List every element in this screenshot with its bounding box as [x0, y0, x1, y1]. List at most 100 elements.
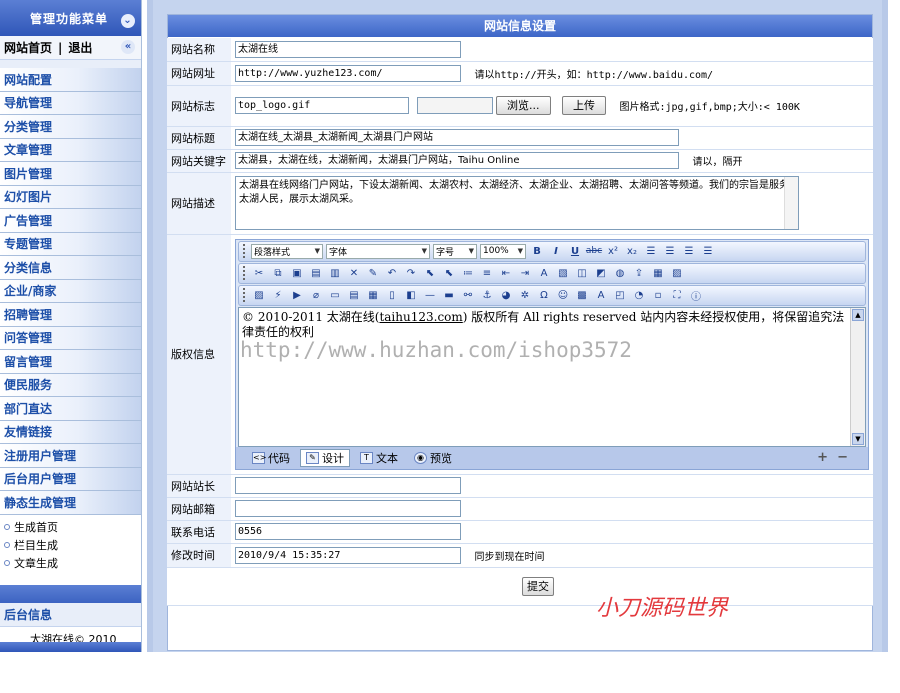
upload-button[interactable]: 上传: [562, 96, 606, 115]
table-icon[interactable]: ▦: [365, 288, 381, 303]
symbol-icon[interactable]: ◰: [612, 288, 628, 303]
bold-icon[interactable]: B: [529, 244, 545, 259]
find-icon[interactable]: ◫: [574, 266, 590, 281]
site-desc-scrollbar[interactable]: [784, 177, 798, 229]
highlight-icon[interactable]: ▧: [555, 266, 571, 281]
editor-scrollbar[interactable]: ▲ ▼: [850, 307, 865, 446]
shrink-editor-icon[interactable]: −: [837, 450, 848, 465]
submit-button[interactable]: 提交: [522, 576, 554, 596]
replace-icon[interactable]: ◩: [593, 266, 609, 281]
chevron-down-icon[interactable]: ⌄: [121, 14, 135, 28]
about-icon[interactable]: ⓘ: [688, 288, 704, 303]
form-icon[interactable]: ▭: [327, 288, 343, 303]
redo-icon[interactable]: ↷: [403, 266, 419, 281]
sidebar-item-ads[interactable]: 广告管理: [0, 209, 141, 233]
indent-icon[interactable]: ⇥: [517, 266, 533, 281]
superscript-icon[interactable]: x²: [605, 244, 621, 259]
tab-code[interactable]: <> 代码: [246, 449, 296, 467]
align-left-icon[interactable]: ☰: [643, 244, 659, 259]
strikethrough-icon[interactable]: abc: [586, 244, 602, 259]
sync-time-link[interactable]: 同步到现在时间: [475, 552, 545, 563]
scroll-down-icon[interactable]: ▼: [852, 432, 864, 445]
paste-icon[interactable]: ▣: [289, 266, 305, 281]
marquee-icon[interactable]: ▬: [441, 288, 457, 303]
align-right-icon[interactable]: ☰: [681, 244, 697, 259]
fullscreen-icon[interactable]: ⛶: [669, 288, 685, 303]
spacer-icon[interactable]: ▫: [650, 288, 666, 303]
site-desc-textarea[interactable]: 太湖县在线网络门户网站，下设太湖新闻、太湖农村、太湖经济、太湖企业、太湖招聘、太…: [235, 176, 799, 230]
image-gallery-icon[interactable]: ▨: [669, 266, 685, 281]
paragraph-style-select[interactable]: 段落样式 ▼: [251, 243, 323, 259]
sidebar-item-topics[interactable]: 专题管理: [0, 232, 141, 256]
delete-icon[interactable]: ✕: [346, 266, 362, 281]
paste-text-icon[interactable]: ▤: [308, 266, 324, 281]
sidebar-item-jobs[interactable]: 招聘管理: [0, 303, 141, 327]
sidebar-item-admins[interactable]: 后台用户管理: [0, 467, 141, 491]
sidebar-item-static-gen[interactable]: 静态生成管理: [0, 491, 141, 515]
sidebar-item-classifieds[interactable]: 分类信息: [0, 256, 141, 280]
excel-icon[interactable]: ▩: [574, 288, 590, 303]
anchor-icon[interactable]: ⚓: [479, 288, 495, 303]
sidebar-item-services[interactable]: 便民服务: [0, 373, 141, 397]
email-input[interactable]: [235, 500, 461, 517]
sidebar-item-site-config[interactable]: 网站配置: [0, 68, 141, 92]
sidebar-item-users[interactable]: 注册用户管理: [0, 444, 141, 468]
flash-icon[interactable]: ⚡: [270, 288, 286, 303]
editor-content-link[interactable]: taihu123.com: [379, 310, 462, 324]
site-url-input[interactable]: http://www.yuzhe123.com/: [235, 64, 461, 82]
align-center-icon[interactable]: ☰: [662, 244, 678, 259]
paste-word-icon[interactable]: ▥: [327, 266, 343, 281]
sidebar-item-images[interactable]: 图片管理: [0, 162, 141, 186]
sidebar-item-departments[interactable]: 部门直达: [0, 397, 141, 421]
italic-icon[interactable]: I: [548, 244, 564, 259]
collapse-sidebar-icon[interactable]: «: [121, 40, 135, 54]
text-color-icon[interactable]: A: [536, 266, 552, 281]
underline-icon[interactable]: U: [567, 244, 583, 259]
chart-icon[interactable]: ▦: [650, 266, 666, 281]
hr-icon[interactable]: —: [422, 288, 438, 303]
site-title-input[interactable]: 太湖在线_太湖县_太湖新闻_太湖县门户网站: [235, 129, 679, 146]
page-icon[interactable]: ▯: [384, 288, 400, 303]
sidebar-subitem-gen-home[interactable]: 生成首页: [0, 518, 141, 536]
copy-icon[interactable]: ⧉: [270, 266, 286, 281]
expand-editor-icon[interactable]: +: [817, 450, 828, 465]
modified-time-input[interactable]: 2010/9/4 15:35:27: [235, 546, 461, 564]
align-justify-icon[interactable]: ☰: [700, 244, 716, 259]
tab-preview[interactable]: ◉ 预览: [408, 449, 458, 467]
font-select[interactable]: 字体 ▼: [326, 243, 430, 259]
upload-file-icon[interactable]: ⇪: [631, 266, 647, 281]
tab-design[interactable]: ✎ 设计: [300, 448, 350, 467]
layer-icon[interactable]: ◧: [403, 288, 419, 303]
sidebar-subitem-gen-columns[interactable]: 栏目生成: [0, 536, 141, 554]
map-icon[interactable]: ◕: [498, 288, 514, 303]
sidebar-item-business[interactable]: 企业/商家: [0, 279, 141, 303]
zoom-select[interactable]: 100% ▼: [480, 243, 526, 259]
subscript-icon[interactable]: x₂: [624, 244, 640, 259]
fieldset-icon[interactable]: ▤: [346, 288, 362, 303]
sidebar-item-qa[interactable]: 问答管理: [0, 326, 141, 350]
sidebar-item-articles[interactable]: 文章管理: [0, 138, 141, 162]
media-icon[interactable]: ▶: [289, 288, 305, 303]
sidebar-item-slides[interactable]: 幻灯图片: [0, 185, 141, 209]
logout-link[interactable]: 退出: [68, 39, 92, 56]
undo-icon[interactable]: ↶: [384, 266, 400, 281]
font-size-select[interactable]: 字号 ▼: [433, 243, 477, 259]
attachment-icon[interactable]: ⌀: [308, 288, 324, 303]
image-icon[interactable]: ▨: [251, 288, 267, 303]
site-logo-input[interactable]: top_logo.gif: [235, 97, 409, 114]
unordered-list-icon[interactable]: ≡: [479, 266, 495, 281]
tab-text[interactable]: T 文本: [354, 449, 404, 467]
sidebar-subitem-gen-articles[interactable]: 文章生成: [0, 554, 141, 572]
sidebar-item-nav[interactable]: 导航管理: [0, 91, 141, 115]
link-icon[interactable]: ⚯: [460, 288, 476, 303]
ordered-list-icon[interactable]: ≔: [460, 266, 476, 281]
sidebar-item-messages[interactable]: 留言管理: [0, 350, 141, 374]
sidebar-item-category[interactable]: 分类管理: [0, 115, 141, 139]
site-name-input[interactable]: 太湖在线: [235, 40, 461, 58]
file-path-input[interactable]: [416, 97, 493, 114]
unlink-icon[interactable]: ✲: [517, 288, 533, 303]
cut-icon[interactable]: ✂: [251, 266, 267, 281]
phone-input[interactable]: 0556: [235, 523, 461, 540]
globe-icon[interactable]: ◍: [612, 266, 628, 281]
select-icon[interactable]: ⬉: [422, 266, 438, 281]
